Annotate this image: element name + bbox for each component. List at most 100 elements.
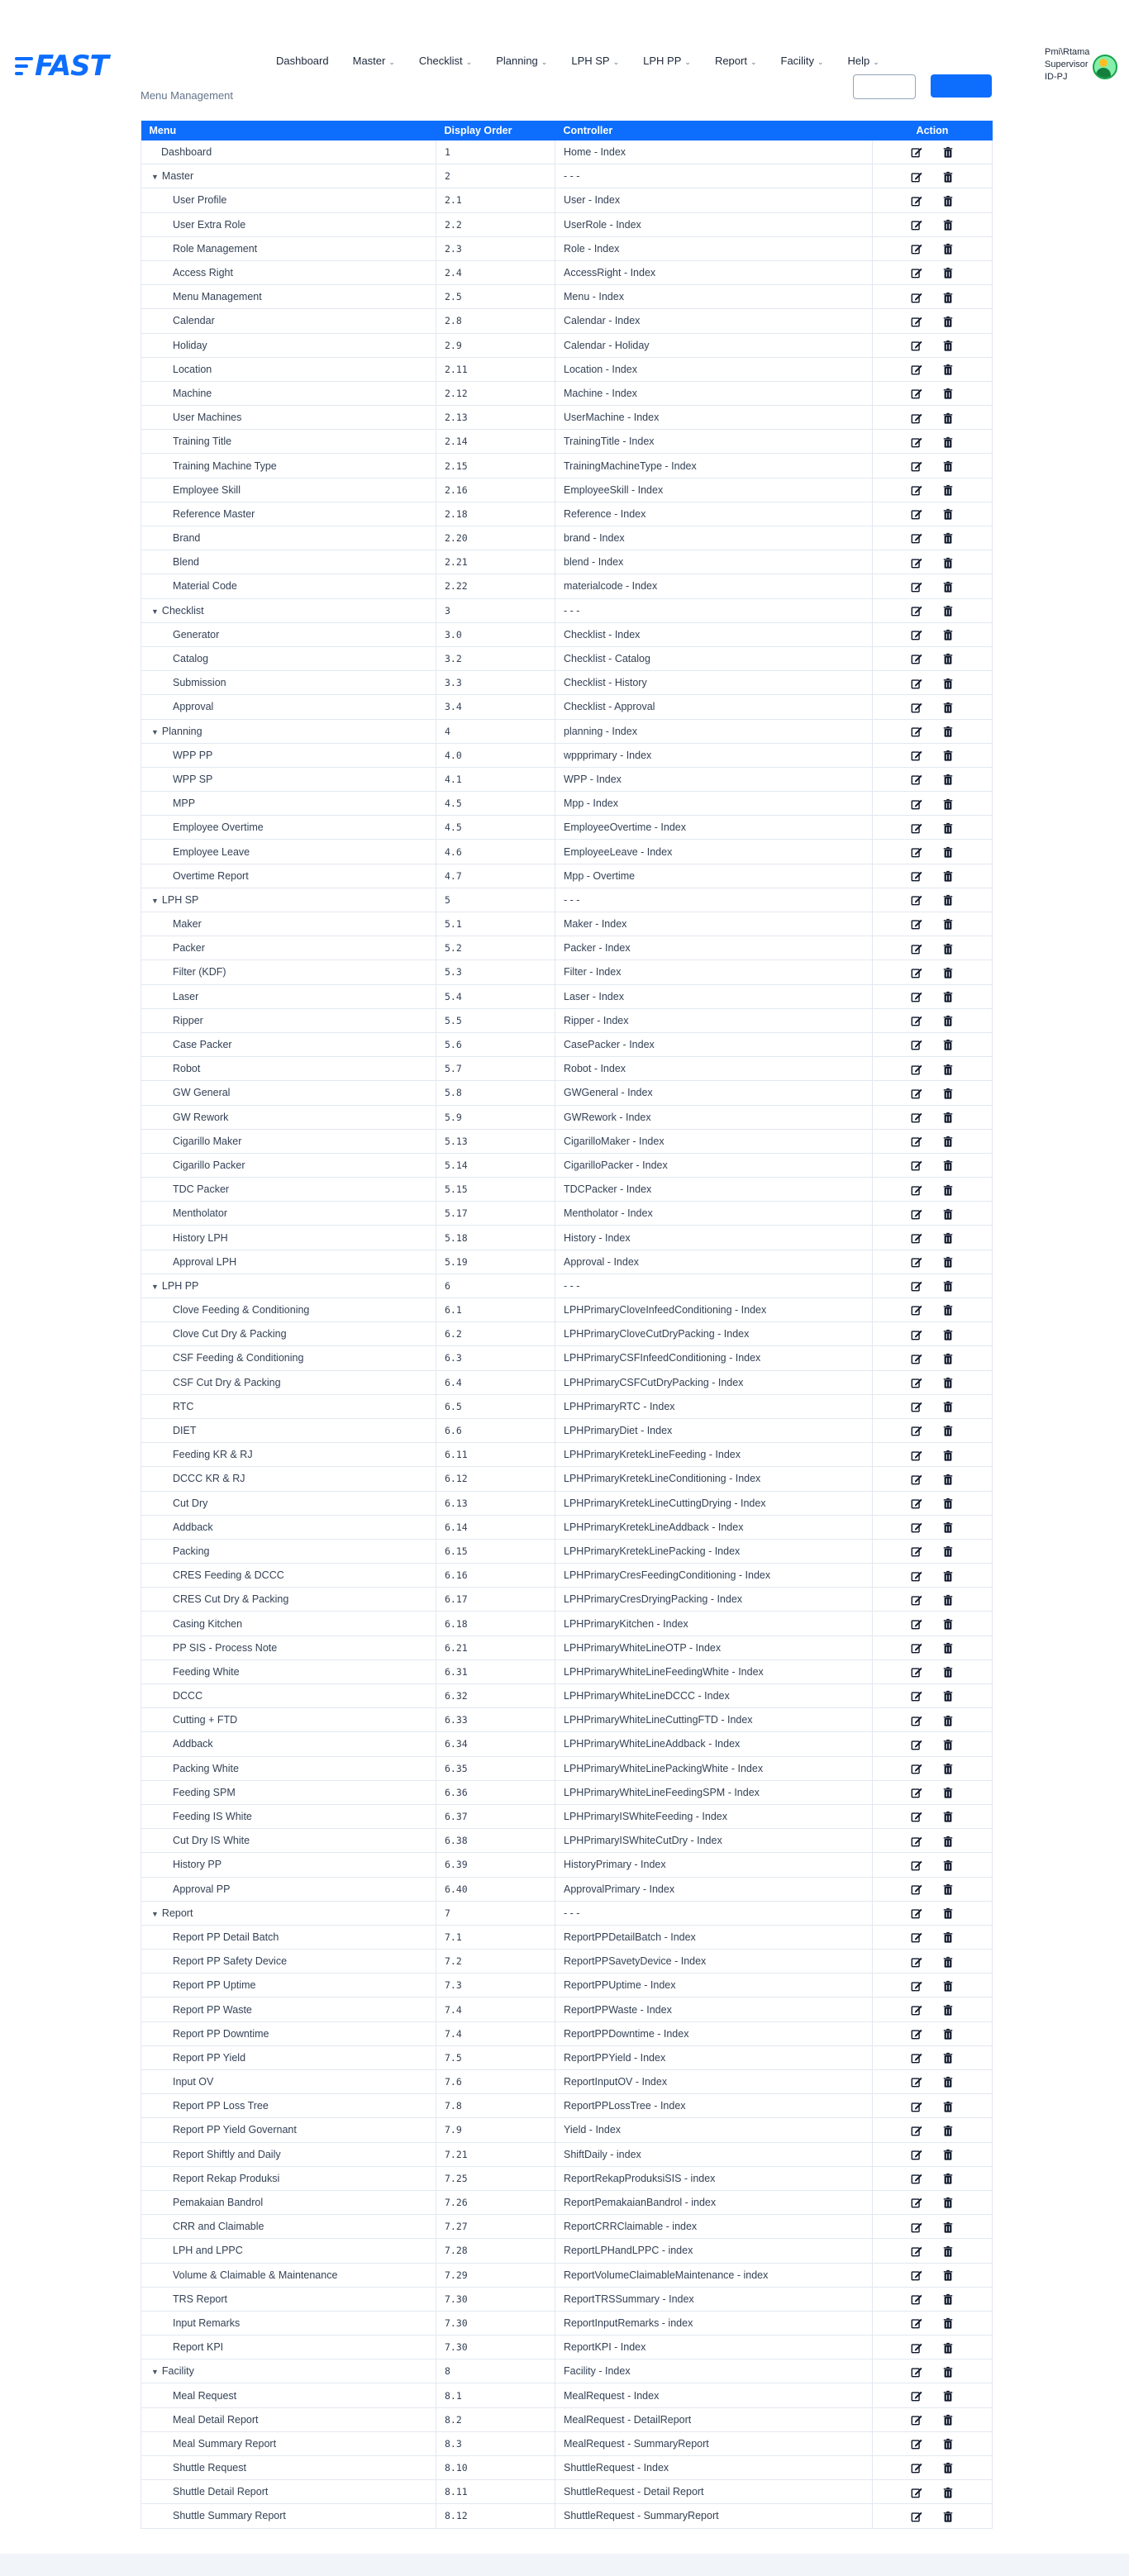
trash-icon[interactable] (942, 2438, 954, 2450)
trash-icon[interactable] (942, 436, 954, 448)
nav-item-lph-pp[interactable]: LPH PP ⌄ (643, 55, 691, 67)
cell-menu[interactable]: ▼ Report (141, 1901, 436, 1926)
trash-icon[interactable] (942, 1642, 954, 1654)
edit-icon[interactable] (911, 1642, 922, 1654)
trash-icon[interactable] (942, 1763, 954, 1774)
trash-icon[interactable] (942, 508, 954, 520)
cell-menu[interactable]: ▼ Master (141, 164, 436, 189)
trash-icon[interactable] (942, 1184, 954, 1196)
nav-item-help[interactable]: Help ⌄ (848, 55, 879, 67)
edit-icon[interactable] (911, 1474, 922, 1485)
trash-icon[interactable] (942, 219, 954, 231)
trash-icon[interactable] (942, 412, 954, 424)
edit-icon[interactable] (911, 1112, 922, 1123)
edit-icon[interactable] (911, 1618, 922, 1630)
trash-icon[interactable] (942, 2004, 954, 2016)
trash-icon[interactable] (942, 2101, 954, 2112)
trash-icon[interactable] (942, 557, 954, 569)
edit-icon[interactable] (911, 1401, 922, 1412)
trash-icon[interactable] (942, 1690, 954, 1702)
trash-icon[interactable] (942, 1256, 954, 1268)
trash-icon[interactable] (942, 2173, 954, 2184)
edit-icon[interactable] (911, 846, 922, 858)
trash-icon[interactable] (942, 1859, 954, 1871)
nav-item-checklist[interactable]: Checklist ⌄ (419, 55, 472, 67)
trash-icon[interactable] (942, 894, 954, 906)
edit-icon[interactable] (911, 943, 922, 955)
edit-icon[interactable] (911, 171, 922, 183)
trash-icon[interactable] (942, 1039, 954, 1050)
trash-icon[interactable] (942, 2293, 954, 2305)
trash-icon[interactable] (942, 750, 954, 761)
trash-icon[interactable] (942, 1666, 954, 1678)
edit-icon[interactable] (911, 2197, 922, 2208)
trash-icon[interactable] (942, 2125, 954, 2136)
edit-icon[interactable] (911, 2487, 922, 2498)
trash-icon[interactable] (942, 581, 954, 593)
edit-icon[interactable] (911, 388, 922, 399)
edit-icon[interactable] (911, 2438, 922, 2450)
edit-icon[interactable] (911, 1184, 922, 1196)
edit-icon[interactable] (911, 267, 922, 279)
trash-icon[interactable] (942, 340, 954, 351)
trash-icon[interactable] (942, 1715, 954, 1726)
edit-icon[interactable] (911, 581, 922, 593)
nav-item-planning[interactable]: Planning ⌄ (496, 55, 547, 67)
edit-icon[interactable] (911, 702, 922, 713)
edit-icon[interactable] (911, 2125, 922, 2136)
caret-down-icon[interactable]: ▼ (151, 2368, 159, 2376)
trash-icon[interactable] (942, 774, 954, 785)
edit-icon[interactable] (911, 1545, 922, 1557)
trash-icon[interactable] (942, 822, 954, 834)
edit-icon[interactable] (911, 750, 922, 761)
edit-icon[interactable] (911, 2004, 922, 2016)
trash-icon[interactable] (942, 1570, 954, 1582)
edit-icon[interactable] (911, 1498, 922, 1509)
edit-icon[interactable] (911, 726, 922, 737)
edit-icon[interactable] (911, 2101, 922, 2112)
edit-icon[interactable] (911, 629, 922, 640)
edit-icon[interactable] (911, 532, 922, 544)
edit-icon[interactable] (911, 2293, 922, 2305)
edit-icon[interactable] (911, 508, 922, 520)
edit-icon[interactable] (911, 2052, 922, 2064)
trash-icon[interactable] (942, 460, 954, 472)
trash-icon[interactable] (942, 1450, 954, 1461)
trash-icon[interactable] (942, 316, 954, 327)
trash-icon[interactable] (942, 991, 954, 1002)
edit-icon[interactable] (911, 1811, 922, 1822)
trash-icon[interactable] (942, 1811, 954, 1822)
trash-icon[interactable] (942, 2197, 954, 2208)
trash-icon[interactable] (942, 1377, 954, 1388)
trash-icon[interactable] (942, 1836, 954, 1847)
trash-icon[interactable] (942, 1304, 954, 1316)
edit-icon[interactable] (911, 1956, 922, 1968)
edit-icon[interactable] (911, 2414, 922, 2426)
trash-icon[interactable] (942, 1136, 954, 1147)
cell-menu[interactable]: ▼ Facility (141, 2359, 436, 2384)
edit-icon[interactable] (911, 195, 922, 207)
edit-icon[interactable] (911, 2462, 922, 2474)
edit-icon[interactable] (911, 243, 922, 255)
edit-icon[interactable] (911, 1907, 922, 1919)
edit-icon[interactable] (911, 1521, 922, 1533)
trash-icon[interactable] (942, 870, 954, 882)
trash-icon[interactable] (942, 2390, 954, 2402)
edit-icon[interactable] (911, 1353, 922, 1364)
trash-icon[interactable] (942, 388, 954, 399)
edit-icon[interactable] (911, 1739, 922, 1750)
edit-icon[interactable] (911, 2173, 922, 2184)
trash-icon[interactable] (942, 1401, 954, 1412)
edit-icon[interactable] (911, 1256, 922, 1268)
edit-icon[interactable] (911, 1594, 922, 1606)
edit-icon[interactable] (911, 1377, 922, 1388)
edit-icon[interactable] (911, 2342, 922, 2354)
edit-icon[interactable] (911, 146, 922, 158)
trash-icon[interactable] (942, 1425, 954, 1436)
edit-icon[interactable] (911, 1304, 922, 1316)
caret-down-icon[interactable]: ▼ (151, 728, 159, 736)
trash-icon[interactable] (942, 1787, 954, 1798)
edit-icon[interactable] (911, 822, 922, 834)
trash-icon[interactable] (942, 1739, 954, 1750)
trash-icon[interactable] (942, 146, 954, 158)
